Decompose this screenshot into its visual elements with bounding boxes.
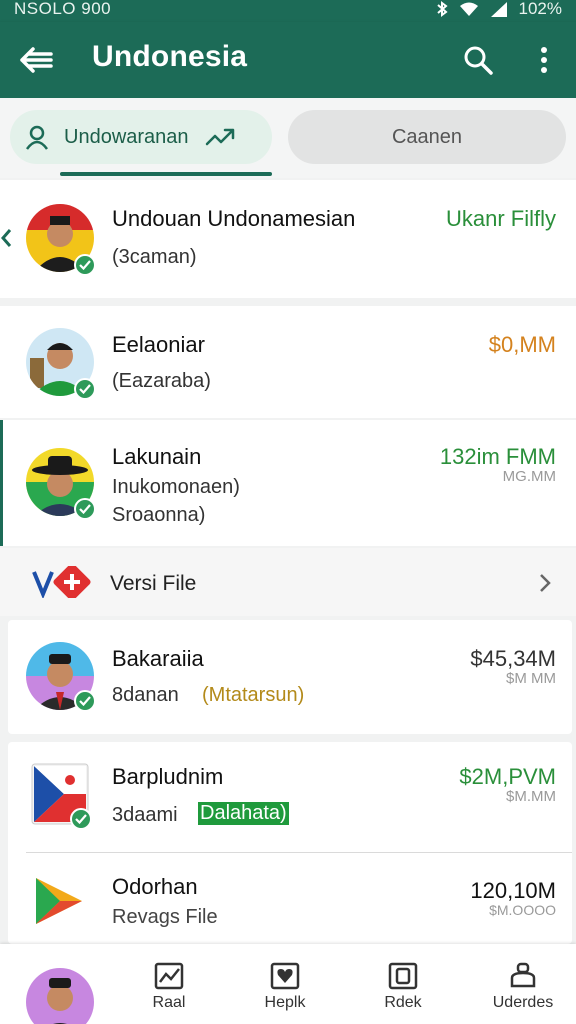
wifi-icon bbox=[459, 2, 478, 16]
chevron-left-icon bbox=[1, 229, 12, 247]
item-amount-sub: $M MM bbox=[506, 670, 556, 687]
item-subtitle: (Eazaraba) bbox=[112, 370, 211, 392]
nav-label: Raal bbox=[152, 994, 186, 1011]
nav-item-rdek[interactable]: Rdek bbox=[358, 952, 448, 1022]
bottom-navigation: Raal Heplk Rdek Uderdes bbox=[0, 944, 576, 1024]
item-amount: 120,10M bbox=[470, 878, 556, 903]
list-item[interactable]: Barpludnim 3daami Dalahata) $2M,PVM $M.M… bbox=[8, 742, 572, 852]
item-name: Undouan Undonamesian bbox=[112, 206, 356, 231]
search-icon bbox=[464, 46, 493, 75]
document-icon bbox=[388, 962, 418, 990]
version-logo-icon bbox=[32, 566, 91, 598]
item-subtitle: (3caman) bbox=[112, 246, 197, 268]
tab-active[interactable]: Undowaranan bbox=[10, 110, 272, 164]
item-tag: (Mtatarsun) bbox=[202, 684, 305, 706]
item-subtitle: 3daami bbox=[112, 804, 178, 826]
app-bar: Undonesia bbox=[0, 22, 576, 98]
search-button[interactable] bbox=[456, 40, 500, 80]
battery-percent: 102% bbox=[518, 0, 562, 18]
item-name: Odorhan bbox=[112, 874, 198, 899]
item-amount: $45,34M bbox=[470, 646, 556, 671]
file-version-row[interactable]: Versi File bbox=[0, 548, 576, 616]
item-name: Eelaoniar bbox=[112, 332, 205, 357]
item-subtitle: 8danan bbox=[112, 684, 179, 706]
person-icon bbox=[25, 125, 49, 150]
list-item[interactable]: Eelaoniar (Eazaraba) $0,MM bbox=[0, 306, 576, 418]
status-bar: NSOLO 900 102% bbox=[0, 0, 576, 22]
verified-check-icon bbox=[74, 690, 96, 712]
file-version-label: Versi File bbox=[110, 572, 197, 595]
signal-icon bbox=[490, 2, 507, 17]
item-tag: Dalahata) bbox=[198, 802, 289, 825]
verified-check-icon bbox=[74, 254, 96, 276]
page-title: Undonesia bbox=[92, 40, 248, 73]
list-item[interactable]: Lakunain Inukomonaen) Sroaonna) 132im FM… bbox=[0, 420, 576, 546]
tab-inactive[interactable]: Caanen bbox=[288, 110, 566, 164]
divider bbox=[26, 852, 572, 853]
bluetooth-icon bbox=[436, 1, 448, 17]
verified-check-icon bbox=[74, 498, 96, 520]
item-amount: 132im FMM bbox=[439, 444, 556, 469]
item-amount: Ukanr Filfly bbox=[445, 206, 556, 231]
list-item[interactable]: Bakaraiia 8danan (Mtatarsun) $45,34M $M … bbox=[8, 620, 572, 734]
item-amount-sub: $M.MM bbox=[506, 788, 556, 805]
list-item[interactable]: Odorhan Revags File 120,10M $M.OOOO bbox=[8, 854, 572, 944]
more-vertical-icon bbox=[541, 47, 547, 73]
nav-item-heplk[interactable]: Heplk bbox=[240, 952, 330, 1022]
status-carrier: NSOLO 900 bbox=[14, 0, 112, 18]
item-amount: $0,MM bbox=[488, 332, 556, 357]
item-subtitle: Inukomonaen) bbox=[112, 476, 240, 498]
verified-check-icon bbox=[70, 808, 92, 830]
bell-icon bbox=[510, 962, 536, 988]
chevron-right-icon bbox=[540, 574, 551, 592]
list-card: Barpludnim 3daami Dalahata) $2M,PVM $M.M… bbox=[8, 742, 572, 944]
item-subtitle: Revags File bbox=[112, 906, 218, 928]
list-item[interactable]: Undouan Undonamesian (3caman) Ukanr Filf… bbox=[0, 180, 576, 298]
back-button[interactable] bbox=[14, 40, 58, 80]
heart-icon bbox=[270, 962, 300, 990]
nav-item-raal[interactable]: Raal bbox=[124, 952, 214, 1022]
trend-arrow-icon bbox=[205, 128, 234, 146]
play-file-icon bbox=[36, 878, 82, 924]
back-arrow-icon bbox=[20, 47, 53, 73]
nav-item-uderdes[interactable]: Uderdes bbox=[478, 952, 568, 1022]
nav-label: Rdek bbox=[384, 994, 422, 1011]
item-amount-sub: MG.MM bbox=[502, 468, 556, 485]
more-options-button[interactable] bbox=[526, 40, 562, 80]
chart-icon bbox=[154, 962, 184, 990]
item-name: Barpludnim bbox=[112, 764, 224, 789]
item-name: Bakaraiia bbox=[112, 646, 204, 671]
tab-active-label: Undowaranan bbox=[64, 125, 189, 148]
status-icons: 102% bbox=[435, 0, 562, 18]
item-subtitle-2: Sroaonna) bbox=[112, 504, 206, 526]
tab-indicator bbox=[60, 172, 272, 176]
item-amount: $2M,PVM bbox=[459, 764, 556, 789]
item-name: Lakunain bbox=[112, 444, 202, 469]
profile-avatar[interactable] bbox=[26, 968, 94, 1024]
nav-label: Uderdes bbox=[492, 994, 554, 1011]
tabs-bar: Undowaranan Caanen bbox=[0, 98, 576, 178]
item-amount-sub: $M.OOOO bbox=[489, 902, 556, 918]
verified-check-icon bbox=[74, 378, 96, 400]
nav-label: Heplk bbox=[264, 994, 306, 1011]
